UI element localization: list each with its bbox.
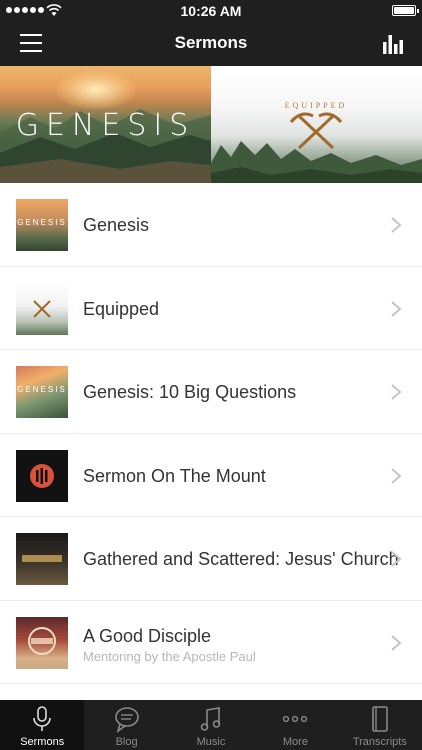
microphone-icon xyxy=(33,706,52,731)
series-thumbnail xyxy=(16,616,68,669)
book-icon xyxy=(372,706,388,732)
featured-series-equipped[interactable]: EQUIPPED xyxy=(211,66,422,183)
tab-music[interactable]: Music xyxy=(169,700,253,750)
bar-chart-icon[interactable] xyxy=(382,32,406,56)
list-item[interactable]: Equipped xyxy=(0,267,422,350)
svg-text:EQUIPPED: EQUIPPED xyxy=(285,101,348,110)
series-thumbnail xyxy=(16,533,68,585)
pickaxe-logo-icon: EQUIPPED xyxy=(285,101,348,150)
chevron-right-icon xyxy=(391,384,402,400)
gathered-artwork xyxy=(22,555,62,562)
tab-bar: Sermons Blog Music More Transcripts xyxy=(0,700,422,750)
list-item[interactable]: A Good Disciple Mentoring by the Apostle… xyxy=(0,601,422,684)
list-item[interactable]: GENESIS Genesis: 10 Big Questions xyxy=(0,350,422,434)
sermon-series-list: GENESIS Genesis Equipped GENESIS Genesis… xyxy=(0,183,422,684)
chevron-right-icon xyxy=(391,551,402,567)
series-subtitle: Mentoring by the Apostle Paul xyxy=(83,648,256,664)
series-title: A Good Disciple xyxy=(83,625,212,646)
more-dots-icon xyxy=(283,715,308,723)
series-title: Sermon On The Mount xyxy=(83,465,266,486)
music-note-icon xyxy=(200,707,221,731)
series-title: Gathered and Scattered: Jesus' Church xyxy=(83,549,399,569)
thumbnail-title: GENESIS xyxy=(17,218,67,227)
status-bar: 10:26 AM xyxy=(0,0,422,22)
pickaxe-logo-icon xyxy=(33,299,51,318)
thumbnail-title: GENESIS xyxy=(17,385,67,394)
chevron-right-icon xyxy=(391,217,402,233)
chevron-right-icon xyxy=(391,467,402,484)
list-item[interactable]: Sermon On The Mount xyxy=(0,434,422,517)
chevron-right-icon xyxy=(391,300,402,317)
mountain-emblem-icon xyxy=(30,463,54,488)
status-time: 10:26 AM xyxy=(180,3,242,19)
tab-more[interactable]: More xyxy=(253,700,337,750)
tab-label: Sermons xyxy=(20,736,65,748)
series-thumbnail: GENESIS xyxy=(16,366,68,418)
speech-bubble-icon xyxy=(114,707,139,733)
battery-icon xyxy=(392,5,419,16)
series-title: Genesis xyxy=(83,215,150,235)
featured-series-genesis[interactable]: GENESIS xyxy=(0,66,211,183)
series-title: Equipped xyxy=(83,298,160,319)
disciple-artwork xyxy=(28,626,56,655)
featured-series-genesis-title: GENESIS xyxy=(15,108,196,143)
nav-bar: Sermons xyxy=(0,22,422,66)
page-title: Sermons xyxy=(174,33,248,52)
list-item[interactable]: GENESIS Genesis xyxy=(0,183,422,267)
tab-blog[interactable]: Blog xyxy=(84,700,168,750)
tab-transcripts[interactable]: Transcripts xyxy=(338,700,422,750)
series-thumbnail xyxy=(16,282,68,335)
tab-label: Transcripts xyxy=(352,736,407,748)
series-title: Genesis: 10 Big Questions xyxy=(83,382,297,402)
tab-label: Music xyxy=(196,736,226,748)
tab-sermons[interactable]: Sermons xyxy=(0,700,85,750)
series-thumbnail xyxy=(16,449,68,502)
tab-label: More xyxy=(282,736,308,748)
featured-series-banner: GENESIS EQUIPPED xyxy=(0,66,422,183)
series-thumbnail: GENESIS xyxy=(16,199,68,251)
chevron-right-icon xyxy=(391,634,402,651)
list-item[interactable]: Gathered and Scattered: Jesus' Church xyxy=(0,517,422,601)
tab-label: Blog xyxy=(115,736,138,748)
